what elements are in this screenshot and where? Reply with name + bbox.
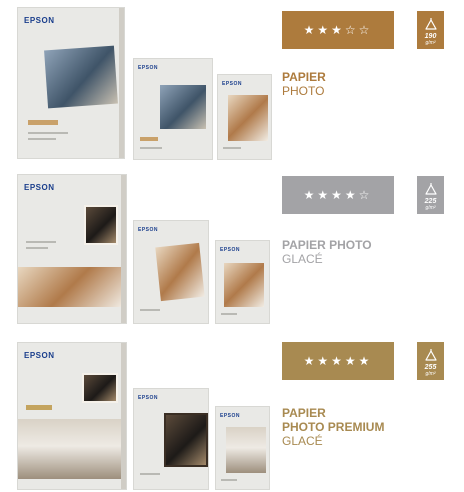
weight-icon (424, 183, 437, 195)
pack-photo (160, 85, 206, 129)
epson-logo: EPSON (222, 81, 243, 87)
product-subtitle: GLACÉ (282, 252, 323, 266)
paper-weight-badge: 255 g/m² (417, 342, 444, 380)
product-premium-glossy-photo-paper: EPSON EPSON EPSON ★★★★★ 255 g/m² PAPIER … (0, 332, 464, 492)
weight-icon (424, 18, 437, 30)
product-title: PAPIER PHOTO GLACÉ (282, 238, 372, 266)
pack-photo (228, 95, 268, 141)
product-pack-small: EPSON (215, 240, 270, 324)
product-pack-small: EPSON (215, 406, 270, 490)
paper-weight-value: 225 (424, 198, 437, 205)
pack-photo (18, 267, 123, 307)
product-glossy-photo-paper: EPSON EPSON EPSON ★★★★☆ 225 g/m² PAPIER … (0, 164, 464, 332)
rating-badge: ★★★★★ (282, 342, 394, 380)
paper-weight-badge: 225 g/m² (417, 176, 444, 214)
product-pack-large: EPSON (17, 342, 127, 490)
rating-stars: ★★★★☆ (303, 188, 373, 202)
product-pack-large: EPSON (17, 7, 125, 159)
epson-logo: EPSON (24, 351, 55, 360)
paper-weight-unit: g/m² (425, 205, 436, 211)
pack-photo (164, 413, 208, 467)
pack-photo (224, 263, 264, 307)
rating-badge: ★★★☆☆ (282, 11, 394, 49)
epson-logo: EPSON (138, 227, 159, 233)
product-pack-medium: EPSON (133, 58, 213, 160)
product-photo-paper: EPSON EPSON EPSON ★★★☆☆ 190 g/m² PAPIER … (0, 0, 464, 164)
product-pack-large: EPSON (17, 174, 127, 324)
pack-photo (18, 419, 123, 479)
rating-badge: ★★★★☆ (282, 176, 394, 214)
weight-icon (424, 349, 437, 361)
paper-weight-unit: g/m² (425, 40, 436, 46)
product-pack-medium: EPSON (133, 220, 209, 324)
product-name-line-2: PHOTO PREMIUM (282, 420, 385, 434)
epson-logo: EPSON (220, 413, 241, 419)
product-subtitle: GLACÉ (282, 434, 323, 448)
pack-photo (82, 373, 118, 403)
pack-photo (84, 205, 118, 245)
epson-logo: EPSON (24, 16, 55, 25)
product-title: PAPIER PHOTO (282, 70, 326, 98)
paper-weight-value: 255 (424, 364, 437, 371)
epson-logo: EPSON (138, 395, 159, 401)
product-pack-medium: EPSON (133, 388, 209, 490)
product-name: PAPIER (282, 70, 326, 84)
epson-logo: EPSON (220, 247, 241, 253)
product-subtitle: PHOTO (282, 84, 325, 98)
product-title: PAPIER PHOTO PREMIUM GLACÉ (282, 406, 384, 448)
product-name: PAPIER (282, 406, 326, 420)
pack-photo (155, 242, 205, 302)
rating-stars: ★★★★★ (303, 354, 373, 368)
product-pack-small: EPSON (217, 74, 272, 160)
paper-weight-unit: g/m² (425, 371, 436, 377)
paper-weight-badge: 190 g/m² (417, 11, 444, 49)
pack-photo (226, 427, 266, 473)
epson-logo: EPSON (24, 183, 55, 192)
epson-logo: EPSON (138, 65, 159, 71)
product-name: PAPIER PHOTO (282, 238, 372, 252)
pack-photo (44, 45, 118, 109)
rating-stars: ★★★☆☆ (303, 23, 373, 37)
paper-weight-value: 190 (424, 33, 437, 40)
